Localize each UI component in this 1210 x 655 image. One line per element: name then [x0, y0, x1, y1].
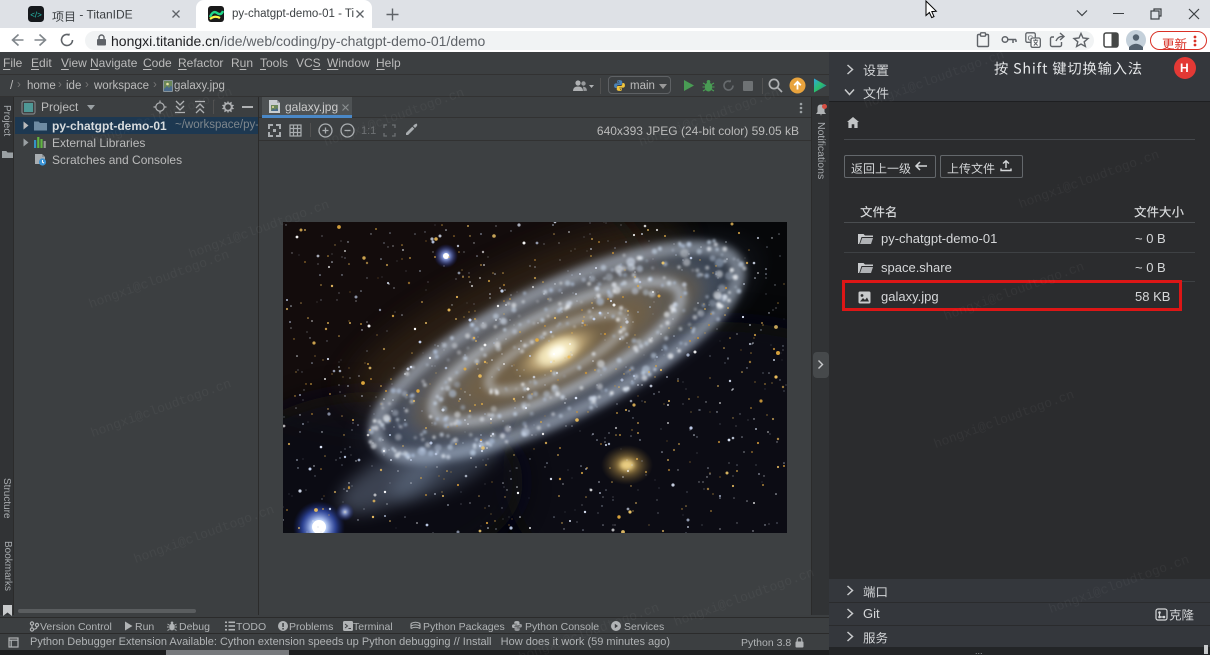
svg-text:</>: </>: [30, 11, 42, 20]
